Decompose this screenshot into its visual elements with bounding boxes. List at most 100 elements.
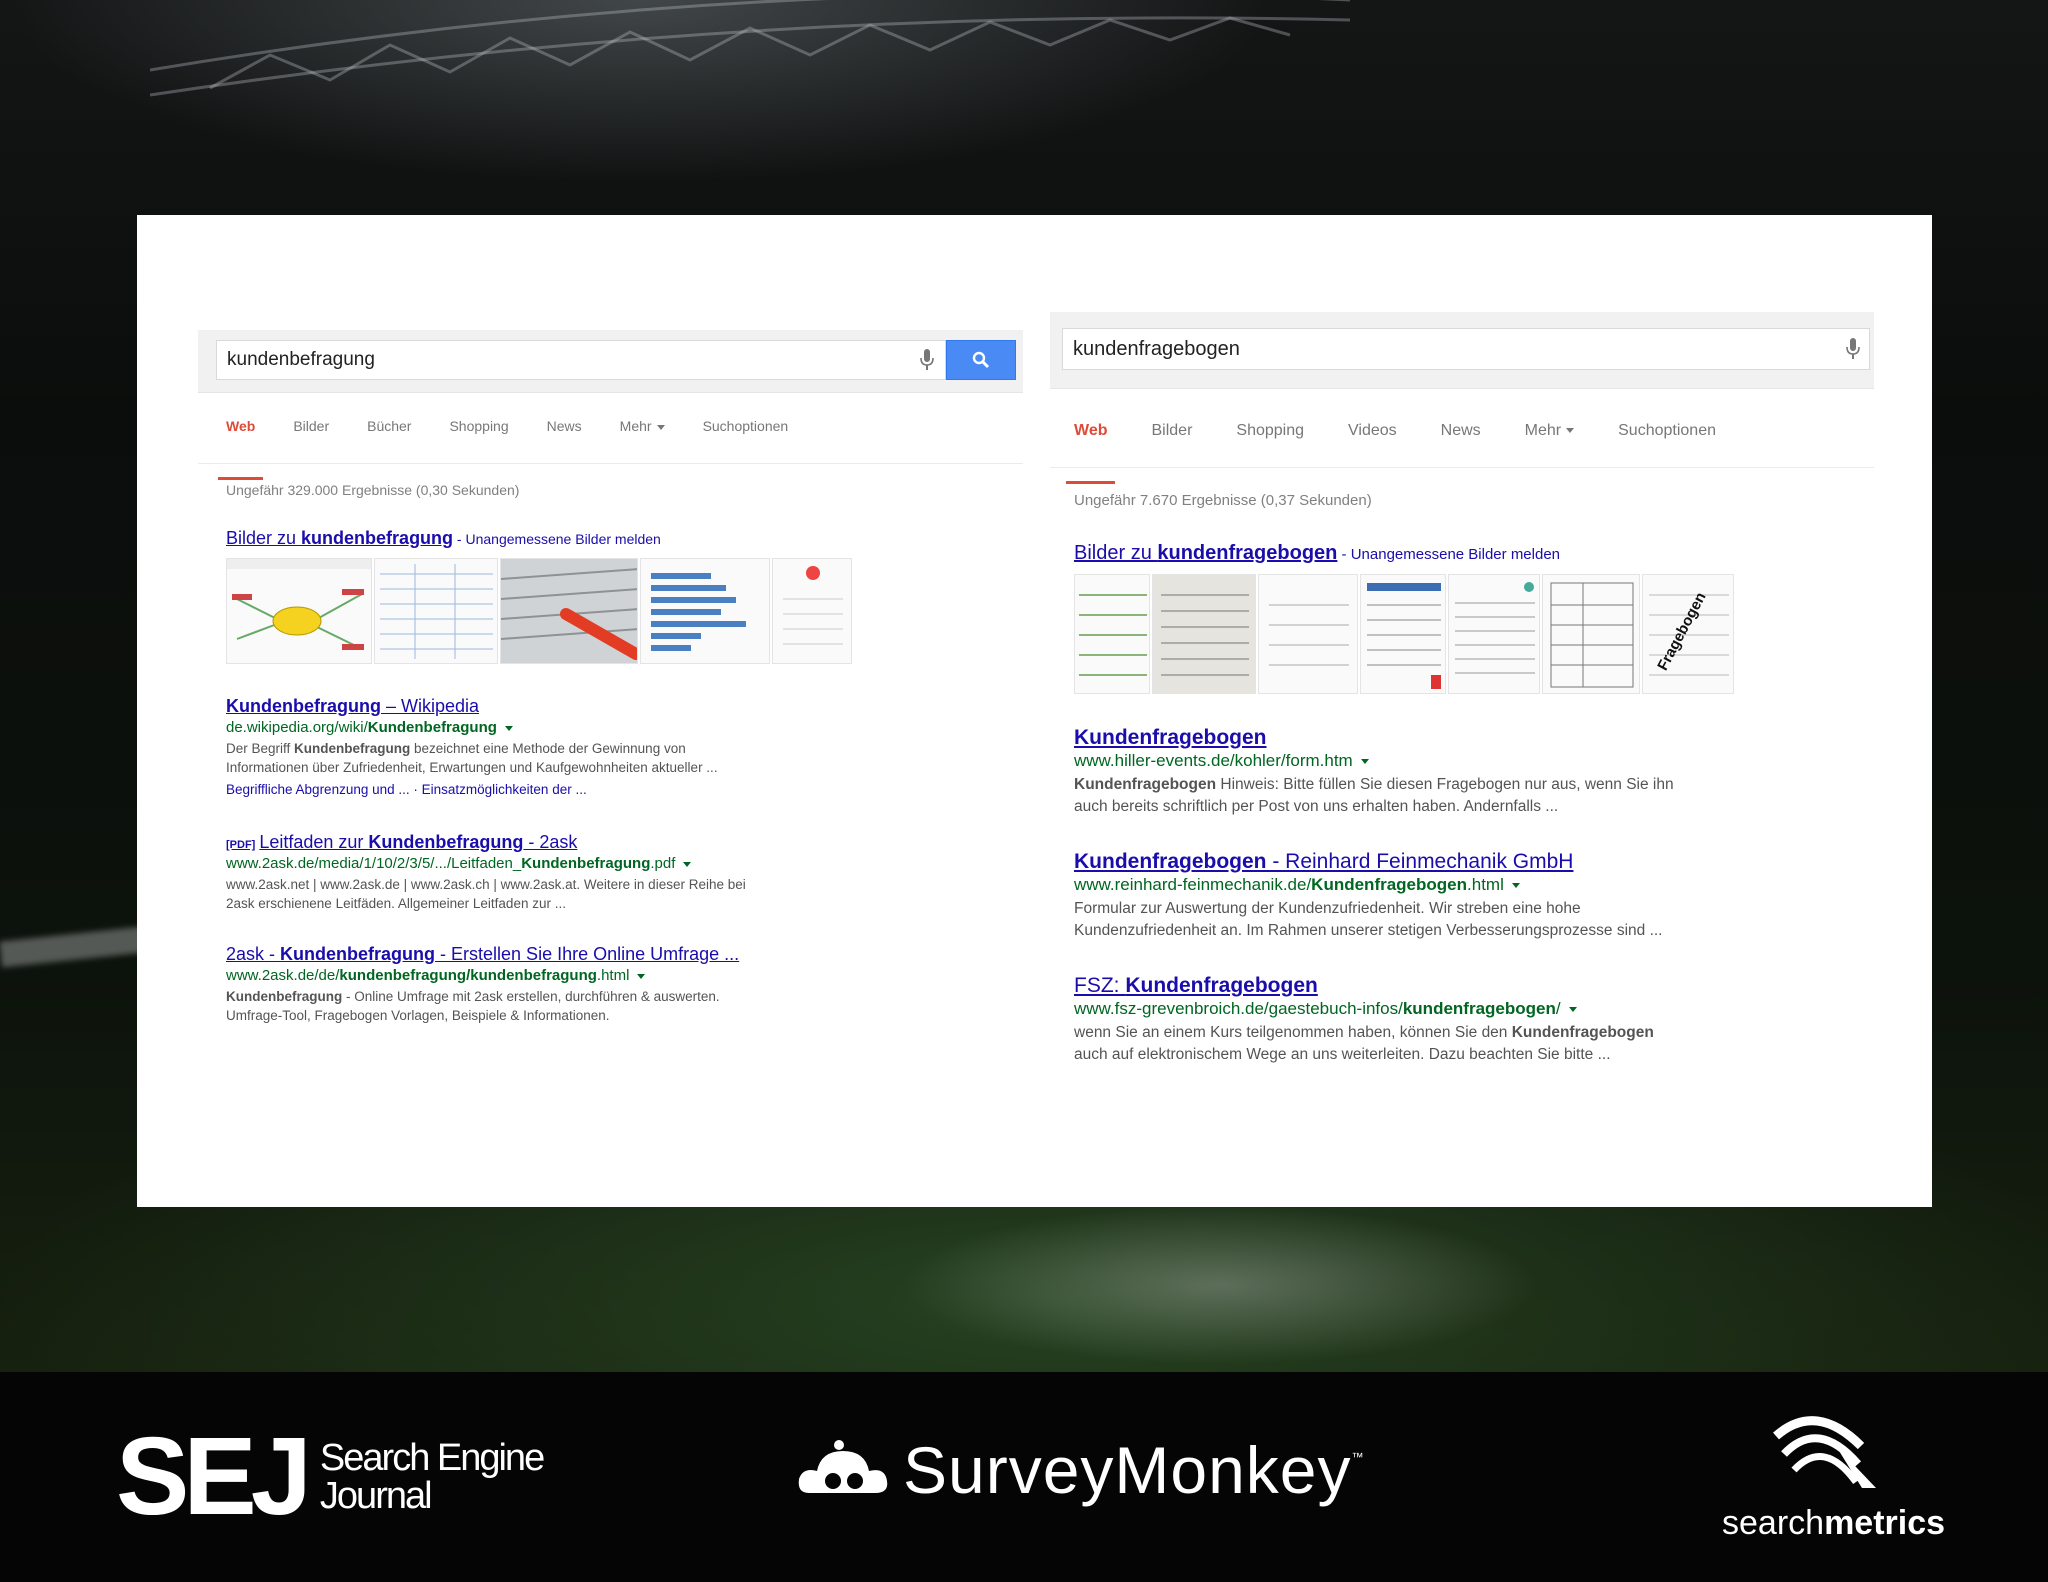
- tab-mehr[interactable]: Mehr: [1525, 422, 1575, 467]
- image-thumbnail[interactable]: [1542, 574, 1640, 694]
- tab-web[interactable]: Web: [1065, 422, 1117, 484]
- result-url: de.wikipedia.org/wiki/Kundenbefragung: [226, 719, 1006, 736]
- tab-bilder[interactable]: Bilder: [293, 418, 329, 463]
- snippet-bold: Kundenfragebogen: [1511, 1024, 1654, 1041]
- chevron-down-icon[interactable]: [1568, 1007, 1577, 1013]
- snippet-text: Kundenzufriedenheit an. Im Rahmen unsere…: [1074, 922, 1663, 939]
- footer-logo-bar: SEJ Search Engine Journal SurveyMonkey ™…: [0, 1372, 2048, 1582]
- url-plain: de.wikipedia.org/wiki/: [226, 719, 368, 736]
- result-snippet: www.2ask.net | www.2ask.de | www.2ask.ch…: [226, 875, 1006, 913]
- url-plain: www.2ask.de/media/1/10/2/3/5/.../Leitfad…: [226, 855, 522, 872]
- tab-web[interactable]: Web: [217, 418, 264, 480]
- chevron-down-icon: [1566, 428, 1575, 434]
- trademark-mark: ™: [1351, 1450, 1364, 1464]
- searchmetrics-bold: metrics: [1824, 1504, 1946, 1542]
- search-input[interactable]: kundenbefragung: [216, 340, 946, 380]
- tab-news[interactable]: News: [1441, 422, 1481, 467]
- result-title-bold: Kundenfragebogen: [1074, 726, 1267, 749]
- snippet-text: wenn Sie an einem Kurs teilgenommen habe…: [1074, 1024, 1512, 1041]
- image-thumbnail[interactable]: [226, 558, 372, 664]
- image-thumbnail[interactable]: [640, 558, 770, 664]
- serp-left: kundenbefragung Web Bilder Bücher Shoppi…: [198, 330, 1023, 1050]
- image-thumbnails: Fragebogen: [1074, 574, 1734, 694]
- search-query: kundenfragebogen: [1073, 337, 1240, 360]
- search-header: kundenbefragung: [198, 330, 1023, 393]
- snippet-bold: Kundenbefragung: [294, 741, 411, 756]
- image-thumbnail[interactable]: [1074, 574, 1150, 694]
- search-input[interactable]: kundenfragebogen: [1062, 328, 1870, 370]
- result-snippet: Kundenbefragung - Online Umfrage mit 2as…: [226, 987, 1006, 1025]
- result-title-link[interactable]: Kundenfragebogen: [1074, 726, 1864, 750]
- images-heading-keyword: kundenbefragung: [301, 528, 454, 548]
- result-title-link[interactable]: Kundenfragebogen - Reinhard Feinmechanik…: [1074, 850, 1864, 874]
- result-title-rest: - 2ask: [523, 832, 578, 852]
- tab-mehr-label: Mehr: [619, 418, 652, 434]
- chevron-down-icon[interactable]: [1511, 883, 1520, 889]
- chevron-down-icon[interactable]: [504, 725, 513, 731]
- surveymonkey-logo: SurveyMonkey ™: [795, 1432, 1364, 1508]
- report-images-link[interactable]: - Unangemessene Bilder melden: [453, 531, 661, 547]
- image-thumbnail[interactable]: [1448, 574, 1540, 694]
- result-title-link[interactable]: 2ask - Kundenbefragung - Erstellen Sie I…: [226, 944, 1006, 965]
- result-url: www.reinhard-feinmechanik.de/Kundenfrage…: [1074, 875, 1864, 895]
- snippet-bold: Kundenfragebogen: [1074, 776, 1217, 793]
- result-title-plain: 2ask -: [226, 944, 281, 964]
- microphone-icon[interactable]: [1846, 338, 1860, 360]
- tab-news[interactable]: News: [547, 418, 582, 463]
- url-bold: Kundenfragebogen: [1311, 875, 1468, 894]
- result-snippet: wenn Sie an einem Kurs teilgenommen habe…: [1074, 1022, 1864, 1066]
- result-title-bold: Kundenfragebogen: [1074, 850, 1267, 873]
- url-rest: .html: [596, 967, 630, 984]
- image-thumbnail[interactable]: [500, 558, 638, 664]
- result-snippet: Formular zur Auswertung der Kundenzufrie…: [1074, 898, 1864, 942]
- chevron-down-icon[interactable]: [637, 973, 646, 979]
- url-bold: kundenbefragung/kundenbefragung: [339, 967, 597, 984]
- search-result: 2ask - Kundenbefragung - Erstellen Sie I…: [226, 944, 1006, 1025]
- chevron-down-icon[interactable]: [683, 861, 692, 867]
- image-thumbnail[interactable]: [772, 558, 852, 664]
- images-heading-prefix: Bilder zu: [1074, 542, 1158, 564]
- result-title-bold: Kundenfragebogen: [1125, 974, 1318, 997]
- search-query: kundenbefragung: [227, 349, 375, 370]
- tab-bilder[interactable]: Bilder: [1151, 422, 1192, 467]
- tab-shopping[interactable]: Shopping: [1236, 422, 1304, 467]
- image-thumbnail[interactable]: [1258, 574, 1358, 694]
- result-title-link[interactable]: Kundenbefragung – Wikipedia: [226, 696, 1006, 717]
- images-heading[interactable]: Bilder zu kundenbefragung - Unangemessen…: [226, 528, 661, 549]
- search-tabs: Web Bilder Shopping Videos News Mehr Suc…: [1050, 422, 1874, 484]
- tab-suchoptionen[interactable]: Suchoptionen: [1618, 422, 1716, 467]
- tab-mehr[interactable]: Mehr: [620, 418, 665, 463]
- image-thumbnail[interactable]: [1360, 574, 1446, 694]
- result-url: www.fsz-grevenbroich.de/gaestebuch-infos…: [1074, 999, 1864, 1019]
- result-url: www.hiller-events.de/kohler/form.htm: [1074, 751, 1864, 771]
- tab-shopping[interactable]: Shopping: [449, 418, 508, 463]
- image-thumbnail[interactable]: [374, 558, 498, 664]
- search-tabs: Web Bilder Bücher Shopping News Mehr Suc…: [198, 418, 1023, 480]
- tab-suchoptionen[interactable]: Suchoptionen: [703, 418, 789, 463]
- tab-videos[interactable]: Videos: [1348, 422, 1397, 467]
- search-button[interactable]: [946, 340, 1016, 380]
- result-title-link[interactable]: [PDF] Leitfaden zur Kundenbefragung - 2as…: [226, 832, 1006, 853]
- snippet-bold: Kundenbefragung: [226, 989, 343, 1004]
- url-plain: www.reinhard-feinmechanik.de/: [1074, 875, 1312, 894]
- result-title-rest: - Reinhard Feinmechanik GmbH: [1266, 850, 1574, 873]
- snippet-text: Formular zur Auswertung der Kundenzufrie…: [1074, 900, 1581, 917]
- searchmetrics-wave-icon: [1773, 1416, 1876, 1488]
- result-sitelinks[interactable]: Begriffliche Abgrenzung und ... · Einsat…: [226, 782, 1006, 797]
- snippet-text: www.2ask.net | www.2ask.de | www.2ask.ch…: [226, 877, 746, 892]
- result-title-link[interactable]: FSZ: Kundenfragebogen: [1074, 974, 1864, 998]
- tab-buecher[interactable]: Bücher: [367, 418, 411, 463]
- image-thumbnail[interactable]: [1152, 574, 1256, 694]
- microphone-icon[interactable]: [920, 349, 934, 371]
- report-images-link[interactable]: - Unangemessene Bilder melden: [1337, 546, 1560, 563]
- result-title-plain: FSZ:: [1074, 974, 1126, 997]
- result-url: www.2ask.de/de/kundenbefragung/kundenbef…: [226, 967, 1006, 984]
- sej-mark: SEJ: [116, 1415, 312, 1538]
- snippet-text: bezeichnet eine Methode der Gewinnung vo…: [410, 741, 686, 756]
- sej-line-1: Search Engine: [319, 1437, 545, 1479]
- images-heading[interactable]: Bilder zu kundenfragebogen - Unangemesse…: [1074, 542, 1560, 565]
- search-result: Kundenfragebogen - Reinhard Feinmechanik…: [1074, 850, 1864, 942]
- image-thumbnail[interactable]: Fragebogen: [1642, 574, 1734, 694]
- field-marking: [900, 1205, 1540, 1365]
- chevron-down-icon[interactable]: [1360, 759, 1369, 765]
